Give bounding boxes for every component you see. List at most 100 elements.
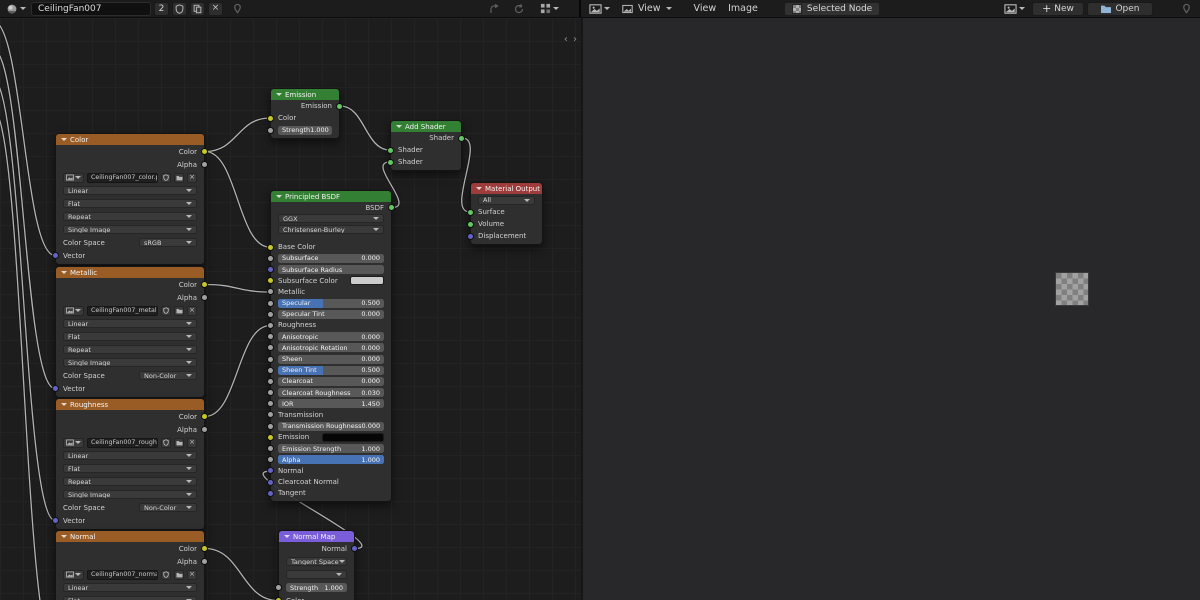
input-socket[interactable] <box>267 277 274 285</box>
image-browse-button[interactable] <box>63 437 84 448</box>
input-socket[interactable] <box>267 377 274 385</box>
snapping-dropdown[interactable] <box>538 2 561 16</box>
dropdown[interactable]: Non-Color <box>139 503 197 512</box>
input-socket[interactable] <box>267 266 274 274</box>
input-socket[interactable] <box>267 467 274 475</box>
input-socket[interactable] <box>267 321 274 329</box>
collapse-triangle-icon[interactable] <box>284 535 290 538</box>
output-socket[interactable] <box>201 294 208 301</box>
node-normal-map[interactable]: Normal Map Normal Tangent Space Strength 1.0… <box>275 530 358 600</box>
dropdown[interactable]: Linear <box>63 186 197 195</box>
editor-type-image-button[interactable] <box>587 2 612 16</box>
new-material-copy-button[interactable] <box>190 1 205 16</box>
fake-user-button[interactable] <box>161 569 171 580</box>
value-field[interactable]: Sheen 0.000 <box>278 354 384 364</box>
node-header[interactable]: Metallic <box>56 267 204 278</box>
pin-image-button[interactable] <box>1179 2 1194 16</box>
collapse-triangle-icon[interactable] <box>61 535 67 538</box>
node-editor[interactable]: Color Color Alpha CeilingFan007_color.png × L… <box>0 18 581 600</box>
refresh-nodetree-button[interactable] <box>511 2 527 16</box>
input-socket[interactable] <box>267 433 274 441</box>
fake-user-button[interactable] <box>172 1 187 16</box>
dropdown[interactable]: Flat <box>63 596 197 600</box>
unlink-image-button[interactable]: × <box>187 569 197 580</box>
input-socket[interactable] <box>267 456 274 464</box>
material-name-field[interactable]: CeilingFan007 <box>31 1 151 16</box>
output-socket[interactable] <box>201 148 208 155</box>
node-header[interactable]: Material Output <box>471 183 542 194</box>
color-swatch[interactable] <box>350 276 384 286</box>
image-name-field[interactable]: CeilingFan007_metallic.png <box>87 305 158 316</box>
input-socket[interactable] <box>267 478 274 486</box>
image-editor[interactable] <box>583 18 1200 600</box>
input-socket[interactable] <box>267 126 274 134</box>
dropdown[interactable]: Linear <box>63 451 197 460</box>
input-socket[interactable] <box>52 517 59 524</box>
input-socket[interactable] <box>387 158 394 166</box>
output-socket[interactable] <box>388 204 395 212</box>
open-image-button[interactable] <box>174 172 184 183</box>
unlink-material-button[interactable]: × <box>208 1 223 16</box>
node-add-shader[interactable]: Add Shader Shader Shader Shader <box>387 120 465 171</box>
node-header[interactable]: Normal Map <box>279 531 354 542</box>
region-corner-arrows[interactable]: ‹ › <box>564 34 578 45</box>
node-header[interactable]: Principled BSDF <box>271 191 391 202</box>
value-field[interactable]: Subsurface Radius <box>278 265 384 275</box>
input-socket[interactable] <box>267 355 274 363</box>
dropdown[interactable]: GGX <box>278 214 384 224</box>
dropdown[interactable]: Linear <box>63 319 197 328</box>
collapse-triangle-icon[interactable] <box>61 403 67 406</box>
output-socket[interactable] <box>201 558 208 565</box>
output-socket[interactable] <box>201 161 208 168</box>
node-header[interactable]: Color <box>56 134 204 145</box>
slider-field[interactable]: Sheen Tint 0.500 <box>278 365 384 375</box>
output-socket[interactable] <box>201 281 208 288</box>
input-socket[interactable] <box>267 489 274 497</box>
input-socket[interactable] <box>52 385 59 392</box>
node-principled-bsdf[interactable]: Principled BSDF BSDF GGX Christensen-Burley… <box>267 190 395 503</box>
input-socket[interactable] <box>275 584 282 591</box>
editor-type-shader-button[interactable] <box>4 2 28 16</box>
open-image-button[interactable] <box>174 437 184 448</box>
input-socket[interactable] <box>387 146 394 154</box>
insert-into-group-button[interactable] <box>486 2 502 16</box>
image-browse-button[interactable] <box>63 569 84 580</box>
unlink-image-button[interactable]: × <box>187 172 197 183</box>
input-socket[interactable] <box>267 366 274 374</box>
value-field[interactable]: Strength 1.000 <box>278 125 332 135</box>
pin-material-button[interactable] <box>230 2 245 16</box>
input-socket[interactable] <box>267 422 274 430</box>
node-header[interactable]: Normal <box>56 531 204 542</box>
input-socket[interactable] <box>267 114 274 122</box>
dropdown[interactable] <box>286 570 347 579</box>
collapse-triangle-icon[interactable] <box>276 195 282 198</box>
menu-view[interactable]: View <box>688 3 723 14</box>
dropdown[interactable]: Christensen-Burley <box>278 225 384 235</box>
view-mode-dropdown[interactable]: View <box>620 2 674 16</box>
output-socket[interactable] <box>351 545 358 552</box>
node-emission[interactable]: Emission Emission Color Strength 1.000 <box>267 88 343 139</box>
output-socket[interactable] <box>201 413 208 420</box>
input-socket[interactable] <box>267 411 274 419</box>
open-image-button[interactable] <box>174 305 184 316</box>
dropdown[interactable]: Flat <box>63 199 197 208</box>
input-socket[interactable] <box>267 333 274 341</box>
value-field[interactable]: Subsurface 0.000 <box>278 253 384 263</box>
value-field[interactable]: Transmission Roughness 0.000 <box>278 421 384 431</box>
value-field[interactable]: Strength 1.000 <box>286 583 347 592</box>
image-name-field[interactable]: CeilingFan007_color.png <box>87 172 158 183</box>
fake-user-button[interactable] <box>161 172 171 183</box>
collapse-triangle-icon[interactable] <box>476 187 482 190</box>
collapse-triangle-icon[interactable] <box>61 271 67 274</box>
input-socket[interactable] <box>467 220 474 228</box>
output-socket[interactable] <box>458 134 465 142</box>
dropdown[interactable]: Non-Color <box>139 371 197 380</box>
fake-user-button[interactable] <box>161 437 171 448</box>
input-socket[interactable] <box>467 232 474 240</box>
new-image-button[interactable]: + New <box>1032 1 1084 16</box>
input-socket[interactable] <box>267 389 274 397</box>
slider-field[interactable]: Alpha 1.000 <box>278 455 384 465</box>
input-socket[interactable] <box>267 344 274 352</box>
value-field[interactable]: Anisotropic Rotation 0.000 <box>278 343 384 353</box>
color-swatch[interactable] <box>322 432 384 442</box>
